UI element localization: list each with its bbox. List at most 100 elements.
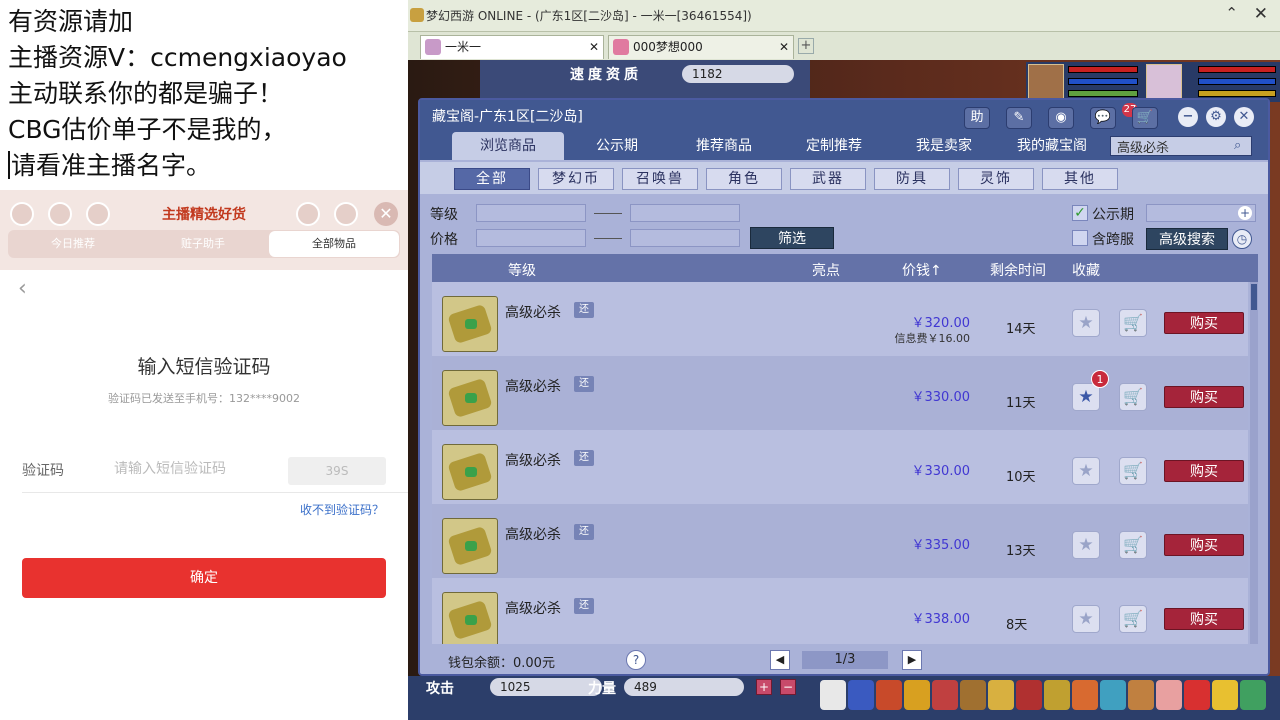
skill-book-icon[interactable] xyxy=(442,518,498,574)
game-tab-1[interactable]: 一米一 ✕ xyxy=(420,35,604,59)
add-to-cart-icon[interactable]: 🛒 xyxy=(1119,531,1147,559)
pet-icon[interactable] xyxy=(820,680,846,710)
buy-button[interactable]: 购买 xyxy=(1164,460,1244,482)
record-icon[interactable]: ◉ xyxy=(1048,107,1074,129)
cart-icon[interactable]: 🛒 xyxy=(1132,107,1158,129)
edit-icon[interactable]: ✎ xyxy=(1006,107,1032,129)
bag-icon[interactable] xyxy=(932,680,958,710)
settings-icon[interactable]: ⚙ xyxy=(1206,107,1226,127)
promo-tab-helper[interactable]: 赃子助手 xyxy=(138,230,268,258)
no-code-link[interactable]: 收不到验证码？ xyxy=(300,501,384,518)
price-max-input[interactable] xyxy=(630,229,740,247)
category-coin[interactable]: 梦幻币 xyxy=(538,168,614,190)
gift-icon[interactable] xyxy=(904,680,930,710)
next-page-button[interactable]: ▶ xyxy=(902,650,922,670)
buy-button[interactable]: 购买 xyxy=(1164,534,1244,556)
add-to-cart-icon[interactable]: 🛒 xyxy=(1119,605,1147,633)
notice-icon[interactable] xyxy=(1184,680,1210,710)
category-armor[interactable]: 防具 xyxy=(874,168,950,190)
promo-tab-all[interactable]: 全部物品 xyxy=(269,231,399,257)
scroll-thumb[interactable] xyxy=(1251,284,1257,310)
close-tab-icon[interactable]: ✕ xyxy=(589,36,599,58)
favorite-star-icon[interactable]: ★ xyxy=(1072,309,1100,337)
price-min-input[interactable] xyxy=(476,229,586,247)
system-icon[interactable] xyxy=(1240,680,1266,710)
col-level[interactable]: 等级 xyxy=(508,260,536,280)
table-row[interactable]: 高级必杀 还 ￥330.00 11天 ★ 1 🛒 购买 xyxy=(432,356,1248,430)
add-to-cart-icon[interactable]: 🛒 xyxy=(1119,457,1147,485)
col-highlight[interactable]: 亮点 xyxy=(812,260,840,280)
nav-tab-seller[interactable]: 我是卖家 xyxy=(892,132,996,160)
public-checkbox[interactable]: ✓ xyxy=(1072,205,1088,221)
emoji-icon[interactable] xyxy=(1212,680,1238,710)
favorite-star-icon[interactable]: ★ xyxy=(1072,457,1100,485)
skill-book-icon[interactable] xyxy=(442,370,498,426)
pet-portrait[interactable] xyxy=(1028,64,1064,100)
close-icon[interactable]: ✕ xyxy=(1234,107,1254,127)
plus-icon[interactable]: + xyxy=(1238,206,1252,220)
player-portrait[interactable] xyxy=(1146,64,1182,100)
search-icon[interactable]: ⌕ xyxy=(1234,138,1241,153)
category-other[interactable]: 其他 xyxy=(1042,168,1118,190)
minimize-icon[interactable]: − xyxy=(1178,107,1198,127)
nav-tab-browse[interactable]: 浏览商品 xyxy=(452,132,564,160)
item-icon[interactable] xyxy=(960,680,986,710)
mail-icon[interactable] xyxy=(1128,680,1154,710)
buy-button[interactable]: 购买 xyxy=(1164,608,1244,630)
message-icon[interactable]: 💬 xyxy=(1090,107,1116,129)
confirm-button[interactable]: 确定 xyxy=(22,558,386,598)
level-min-input[interactable] xyxy=(476,204,586,222)
event-icon[interactable] xyxy=(1016,680,1042,710)
cross-server-checkbox[interactable] xyxy=(1072,230,1088,246)
skill-book-icon[interactable] xyxy=(442,296,498,352)
category-pet[interactable]: 召唤兽 xyxy=(622,168,698,190)
buy-button[interactable]: 购买 xyxy=(1164,312,1244,334)
table-row[interactable]: 高级必杀 还 ￥335.00 13天 ★ 🛒 购买 xyxy=(432,504,1248,578)
col-favorite[interactable]: 收藏 xyxy=(1072,260,1100,280)
nav-tab-custom[interactable]: 定制推荐 xyxy=(782,132,886,160)
help-icon[interactable]: ? xyxy=(626,650,646,670)
add-to-cart-icon[interactable]: 🛒 xyxy=(1119,383,1147,411)
table-row[interactable]: 高级必杀 还 ￥338.00 8天 ★ 🛒 购买 xyxy=(432,578,1248,644)
chest-icon[interactable] xyxy=(876,680,902,710)
prev-page-button[interactable]: ◀ xyxy=(770,650,790,670)
game-tab-2[interactable]: 000梦想000 ✕ xyxy=(608,35,794,59)
back-chevron-icon[interactable]: ‹ xyxy=(18,276,27,301)
category-weapon[interactable]: 武器 xyxy=(790,168,866,190)
table-row[interactable]: 高级必杀 还 ￥330.00 10天 ★ 🛒 购买 xyxy=(432,430,1248,504)
resend-countdown[interactable]: 39S xyxy=(288,457,386,485)
list-scrollbar[interactable] xyxy=(1250,282,1258,644)
search-input[interactable] xyxy=(1110,136,1252,156)
shop-icon[interactable] xyxy=(1072,680,1098,710)
add-to-cart-icon[interactable]: 🛒 xyxy=(1119,309,1147,337)
category-all[interactable]: 全部 xyxy=(454,168,530,190)
sms-code-input[interactable] xyxy=(114,458,274,480)
nav-tab-recommended[interactable]: 推荐商品 xyxy=(672,132,776,160)
help-button[interactable]: 助 xyxy=(964,107,990,129)
scroll-icon[interactable] xyxy=(988,680,1014,710)
add-point-icon[interactable]: + xyxy=(756,679,772,695)
filter-button[interactable]: 筛选 xyxy=(750,227,834,249)
add-tab-icon[interactable]: + xyxy=(798,38,814,54)
table-row[interactable]: 高级必杀 还 ￥320.00 信息费￥16.00 14天 ★ 🛒 购买 xyxy=(432,282,1248,356)
advanced-search-button[interactable]: 高级搜索 xyxy=(1146,228,1228,250)
skill-icon[interactable] xyxy=(848,680,874,710)
map-icon[interactable] xyxy=(1100,680,1126,710)
favorite-star-icon[interactable]: ★ xyxy=(1072,531,1100,559)
favorite-star-icon[interactable]: ★ xyxy=(1072,605,1100,633)
nav-tab-mine[interactable]: 我的藏宝阁 xyxy=(1000,132,1104,160)
category-accessory[interactable]: 灵饰 xyxy=(958,168,1034,190)
clock-icon[interactable]: ◷ xyxy=(1232,229,1252,249)
activity-icon[interactable] xyxy=(1156,680,1182,710)
promo-tab-today[interactable]: 今日推荐 xyxy=(8,230,138,258)
shop-icon[interactable] xyxy=(296,202,320,226)
avatar[interactable] xyxy=(334,202,358,226)
close-icon[interactable]: ✕ xyxy=(374,202,398,226)
collapse-icon[interactable]: ⌃ xyxy=(1225,4,1238,22)
close-tab-icon[interactable]: ✕ xyxy=(779,36,789,58)
reward-icon[interactable] xyxy=(1044,680,1070,710)
window-close-icon[interactable]: ✕ xyxy=(1254,4,1268,24)
level-max-input[interactable] xyxy=(630,204,740,222)
category-role[interactable]: 角色 xyxy=(706,168,782,190)
col-price[interactable]: 价钱↑ xyxy=(902,260,942,280)
